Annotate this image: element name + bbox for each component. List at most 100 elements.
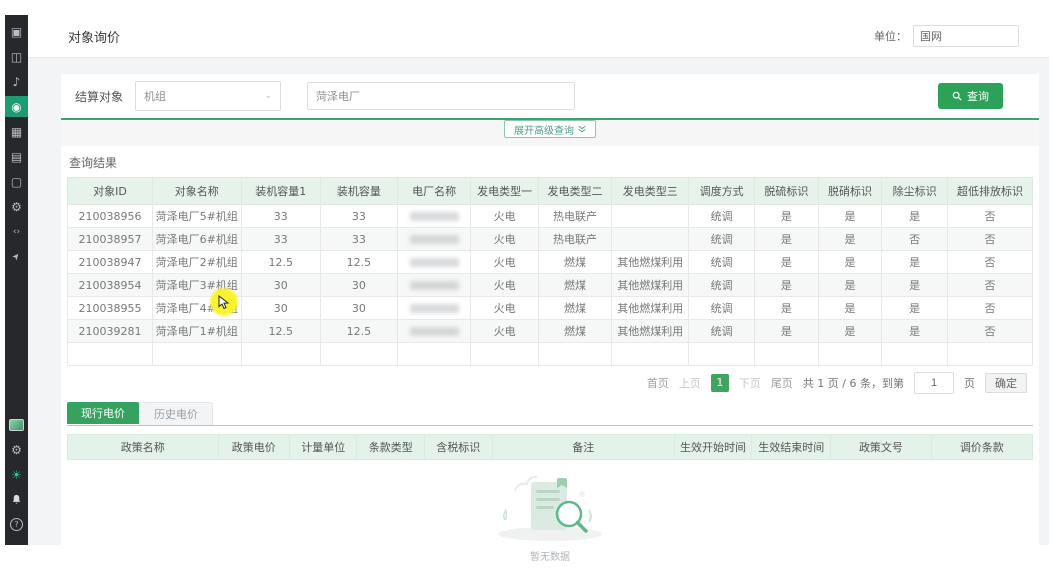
table-cell: 否 bbox=[882, 228, 948, 251]
table-row[interactable]: 210038955菏泽电厂4#机组3030火电燃煤其他燃煤利用统调是是是否 bbox=[68, 297, 1033, 320]
results-column-header: 发电类型三 bbox=[612, 178, 689, 205]
page-jump-input[interactable] bbox=[914, 372, 954, 394]
price-column-header: 含税标识 bbox=[425, 435, 493, 460]
sidebar-item-folder[interactable]: ◫ bbox=[5, 46, 28, 67]
page-last-link[interactable]: 尾页 bbox=[771, 375, 793, 391]
results-column-header: 脱硝标识 bbox=[818, 178, 882, 205]
table-row[interactable]: 210038956菏泽电厂5#机组3333火电热电联产统调是是是否 bbox=[68, 205, 1033, 228]
sidebar-item-table[interactable]: ▦ bbox=[5, 121, 28, 142]
code-icon: ‹› bbox=[13, 227, 20, 237]
table-cell: 菏泽电厂6#机组 bbox=[152, 228, 241, 251]
table-cell: 统调 bbox=[689, 297, 755, 320]
results-table-header-row: 对象ID对象名称装机容量1装机容量电厂名称发电类型一发电类型二发电类型三调度方式… bbox=[68, 178, 1033, 205]
sidebar-item-gear[interactable]: ⚙ bbox=[5, 196, 28, 217]
report-icon: ▤ bbox=[11, 150, 22, 164]
pin-icon: ➤ bbox=[10, 250, 23, 262]
table-cell: 火电 bbox=[471, 320, 539, 343]
query-button[interactable]: 查询 bbox=[938, 83, 1003, 109]
sidebar-item-report[interactable]: ▤ bbox=[5, 146, 28, 167]
table-cell: 210039281 bbox=[68, 320, 153, 343]
page-first-link[interactable]: 首页 bbox=[647, 375, 669, 391]
pagination: 首页 上页 1 下页 尾页 共 1 页 / 6 条，到第 页 确定 bbox=[67, 372, 1027, 394]
table-cell: 30 bbox=[241, 297, 320, 320]
object-type-select[interactable]: 机组 ⌄ bbox=[135, 81, 281, 111]
table-cell: 热电联产 bbox=[538, 228, 611, 251]
sidebar-item-archive[interactable]: ▢ bbox=[5, 171, 28, 192]
empty-state: 暂无数据 bbox=[67, 460, 1033, 573]
sidebar-item-code[interactable]: ‹› bbox=[5, 221, 28, 242]
table-cell: 燃煤 bbox=[538, 320, 611, 343]
table-cell: 33 bbox=[320, 228, 397, 251]
table-cell: 菏泽电厂4#机组 bbox=[152, 297, 241, 320]
table-cell bbox=[152, 343, 241, 366]
results-column-header: 电厂名称 bbox=[397, 178, 470, 205]
main-area: 对象询价 单位： 结算对象 机组 ⌄ 查询 bbox=[28, 15, 1049, 545]
redacted-plant-name bbox=[410, 304, 459, 313]
table-cell bbox=[397, 320, 470, 343]
table-cell: 是 bbox=[818, 320, 882, 343]
sidebar-top-group: ▣ ◫ ♪ ◉ ▦ ▤ ▢ ⚙ ‹› ➤ bbox=[5, 21, 28, 271]
results-column-header: 对象ID bbox=[68, 178, 153, 205]
table-cell: 热电联产 bbox=[538, 205, 611, 228]
sidebar-item-pin[interactable]: ➤ bbox=[5, 246, 28, 267]
tab-history-price[interactable]: 历史电价 bbox=[139, 402, 213, 425]
search-icon bbox=[952, 91, 962, 101]
table-cell: 菏泽电厂5#机组 bbox=[152, 205, 241, 228]
query-button-label: 查询 bbox=[967, 88, 989, 104]
table-cell bbox=[397, 228, 470, 251]
results-column-header: 超低排放标识 bbox=[947, 178, 1032, 205]
sidebar-item-notifications[interactable] bbox=[5, 489, 28, 510]
table-row[interactable]: 210039281菏泽电厂1#机组12.512.5火电燃煤其他燃煤利用统调是是是… bbox=[68, 320, 1033, 343]
table-row[interactable]: 210038947菏泽电厂2#机组12.512.5火电燃煤其他燃煤利用统调是是是… bbox=[68, 251, 1033, 274]
redacted-plant-name bbox=[410, 235, 459, 244]
table-cell: 其他燃煤利用 bbox=[612, 320, 689, 343]
table-cell: 是 bbox=[754, 228, 818, 251]
sidebar-item-note[interactable]: ♪ bbox=[5, 71, 28, 92]
tab-current-price[interactable]: 现行电价 bbox=[67, 402, 139, 424]
screenshot-icon bbox=[9, 419, 24, 431]
table-row[interactable]: 210038954菏泽电厂3#机组3030火电燃煤其他燃煤利用统调是是是否 bbox=[68, 274, 1033, 297]
inquiry-module-icon: ◉ bbox=[11, 100, 21, 114]
table-cell: 统调 bbox=[689, 205, 755, 228]
redacted-plant-name bbox=[410, 327, 459, 336]
note-icon: ♪ bbox=[13, 75, 21, 89]
table-cell: 否 bbox=[947, 320, 1032, 343]
price-column-header: 备注 bbox=[492, 435, 674, 460]
table-cell: 是 bbox=[882, 297, 948, 320]
table-cell: 菏泽电厂3#机组 bbox=[152, 274, 241, 297]
sidebar-item-monitor[interactable]: ▣ bbox=[5, 21, 28, 42]
sidebar-item-screenshot[interactable] bbox=[5, 414, 28, 435]
page-prev-link[interactable]: 上页 bbox=[679, 375, 701, 391]
page-current[interactable]: 1 bbox=[711, 374, 729, 392]
table-cell: 是 bbox=[754, 274, 818, 297]
unit-input[interactable] bbox=[913, 25, 1019, 47]
price-column-header: 政策电价 bbox=[218, 435, 289, 460]
sidebar-item-help[interactable]: ? bbox=[5, 514, 28, 535]
table-cell: 是 bbox=[754, 251, 818, 274]
advanced-toggle-button[interactable]: 展开高级查询 bbox=[504, 120, 596, 138]
table-cell bbox=[320, 343, 397, 366]
table-cell: 统调 bbox=[689, 274, 755, 297]
sidebar-item-inquiry-module[interactable]: ◉ bbox=[5, 96, 28, 117]
question-icon: ? bbox=[10, 518, 23, 531]
table-cell: 是 bbox=[882, 205, 948, 228]
sidebar-item-settings[interactable]: ⚙ bbox=[5, 439, 28, 460]
price-column-header: 生效开始时间 bbox=[674, 435, 751, 460]
page-confirm-button[interactable]: 确定 bbox=[985, 373, 1027, 393]
table-cell: 33 bbox=[241, 228, 320, 251]
table-cell: 燃煤 bbox=[538, 251, 611, 274]
table-cell: 菏泽电厂2#机组 bbox=[152, 251, 241, 274]
price-column-header: 条款类型 bbox=[357, 435, 425, 460]
price-tabs: 现行电价 历史电价 bbox=[67, 402, 1033, 426]
table-row[interactable]: 210038957菏泽电厂6#机组3333火电热电联产统调是是否否 bbox=[68, 228, 1033, 251]
table-cell: 210038957 bbox=[68, 228, 153, 251]
table-cell: 是 bbox=[818, 228, 882, 251]
sidebar-item-theme[interactable]: ☀ bbox=[5, 464, 28, 485]
page-next-link[interactable]: 下页 bbox=[739, 375, 761, 391]
keyword-input[interactable] bbox=[307, 82, 575, 110]
table-cell: 210038956 bbox=[68, 205, 153, 228]
table-cell bbox=[612, 343, 689, 366]
table-cell: 12.5 bbox=[241, 251, 320, 274]
table-cell: 30 bbox=[320, 274, 397, 297]
redacted-plant-name bbox=[410, 212, 459, 221]
